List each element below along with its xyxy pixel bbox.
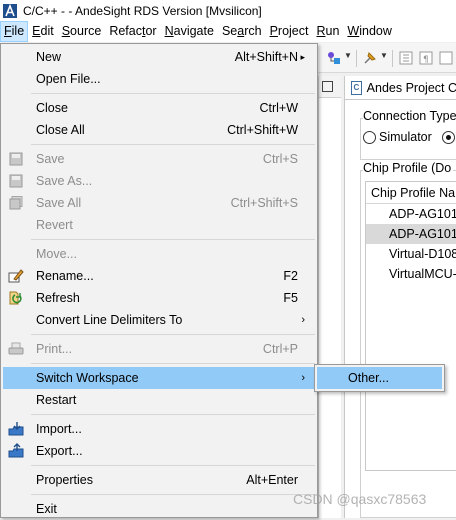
save-icon [8,151,24,167]
file-menu-popup: New Alt+Shift+N ▸ Open File... Close Ctr… [0,43,318,518]
menu-project[interactable]: Project [266,21,313,42]
menu-edit[interactable]: Edit [28,21,58,42]
menu-item-refresh[interactable]: Refresh F5 [3,287,315,309]
menu-item-open-file[interactable]: Open File... [3,68,315,90]
watermark: CSDN @qasxc78563 [293,491,427,507]
view-header [319,76,341,98]
project-explorer-view [318,76,341,518]
pin-icon[interactable] [362,50,378,66]
restore-view-icon[interactable] [322,81,333,92]
chip-profile-label: Chip Profile (Do [363,161,454,175]
table-row[interactable]: VirtualMCU- [366,264,456,284]
print-icon [8,341,24,357]
export-icon [8,443,24,459]
window-title: C/C++ - - AndeSight RDS Version [Mvsilic… [23,3,262,18]
menu-separator [31,494,315,495]
menu-separator [31,144,315,145]
switch-workspace-submenu: Other... [314,364,445,392]
menu-item-rename[interactable]: Rename... F2 [3,265,315,287]
toggle-view-icon[interactable] [398,50,414,66]
menu-item-properties[interactable]: Properties Alt+Enter [3,469,315,491]
menu-item-new[interactable]: New Alt+Shift+N ▸ [3,46,315,68]
main-toolbar: ▼ ▼ ¶ [318,43,456,73]
menu-item-switch-workspace[interactable]: Switch Workspace › [3,367,315,389]
menu-separator [31,414,315,415]
menu-item-save[interactable]: Save Ctrl+S [3,148,315,170]
title-bar: C/C++ - - AndeSight RDS Version [Mvsilic… [0,0,456,21]
menu-item-import[interactable]: Import... [3,418,315,440]
editor-tab-andes-project[interactable]: C Andes Project C [345,76,456,100]
menu-item-print[interactable]: Print... Ctrl+P [3,338,315,360]
menu-source[interactable]: Source [58,21,106,42]
menu-item-convert-line-delimiters[interactable]: Convert Line Delimiters To › [3,309,315,331]
block-selection-icon[interactable] [438,50,454,66]
rename-icon [8,268,24,284]
simulator-radio[interactable] [363,130,376,144]
menu-item-close-all[interactable]: Close All Ctrl+Shift+W [3,119,315,141]
simulator-label: Simulator [379,130,432,144]
menu-item-move[interactable]: Move... [3,243,315,265]
menu-item-save-as[interactable]: Save As... [3,170,315,192]
svg-text:¶: ¶ [423,55,429,65]
menu-separator [31,93,315,94]
menu-window[interactable]: Window [343,21,395,42]
menu-item-revert[interactable]: Revert [3,214,315,236]
class-hierarchy-icon[interactable] [326,50,342,66]
menu-item-save-all[interactable]: Save All Ctrl+Shift+S [3,192,315,214]
editor-tab-label: Andes Project C [366,80,456,95]
table-row[interactable]: ADP-AG101 [366,224,456,244]
chip-table-header[interactable]: Chip Profile Na [366,182,456,204]
class-hierarchy-dropdown-icon[interactable]: ▼ [344,51,352,60]
show-whitespace-icon[interactable]: ¶ [418,50,434,66]
editor-area: C Andes Project C Connection Type Simula… [344,76,456,518]
save-as-icon [8,173,24,189]
save-all-icon [8,195,24,211]
menu-item-other-workspace[interactable]: Other... [317,367,442,389]
menu-separator [31,239,315,240]
connection-type-label: Connection Type [363,109,456,123]
table-row[interactable]: ADP-AG101 [366,204,456,224]
menu-run[interactable]: Run [312,21,343,42]
connection-type-radios: Simulator [363,130,456,144]
menu-item-close[interactable]: Close Ctrl+W [3,97,315,119]
chip-profile-table: Chip Profile Na ADP-AG101 ADP-AG101 Virt… [365,181,456,471]
table-row[interactable]: Virtual-D108 [366,244,456,264]
menu-bar: File Edit Source Refactor Navigate Searc… [0,21,456,42]
menu-item-restart[interactable]: Restart [3,389,315,411]
pin-dropdown-icon[interactable]: ▼ [380,51,388,60]
menu-refactor[interactable]: Refactor [105,21,160,42]
menu-item-export[interactable]: Export... [3,440,315,462]
menu-file[interactable]: File [0,21,29,42]
menu-separator [31,465,315,466]
refresh-icon [8,290,24,306]
target-radio[interactable] [441,130,455,144]
menu-separator [31,363,315,364]
menu-navigate[interactable]: Navigate [161,21,218,42]
menu-search[interactable]: Search [218,21,266,42]
menu-separator [31,334,315,335]
c-project-icon: C [351,80,362,95]
import-icon [8,421,24,437]
menu-item-exit[interactable]: Exit [3,498,315,520]
andesight-logo-icon [3,3,17,18]
